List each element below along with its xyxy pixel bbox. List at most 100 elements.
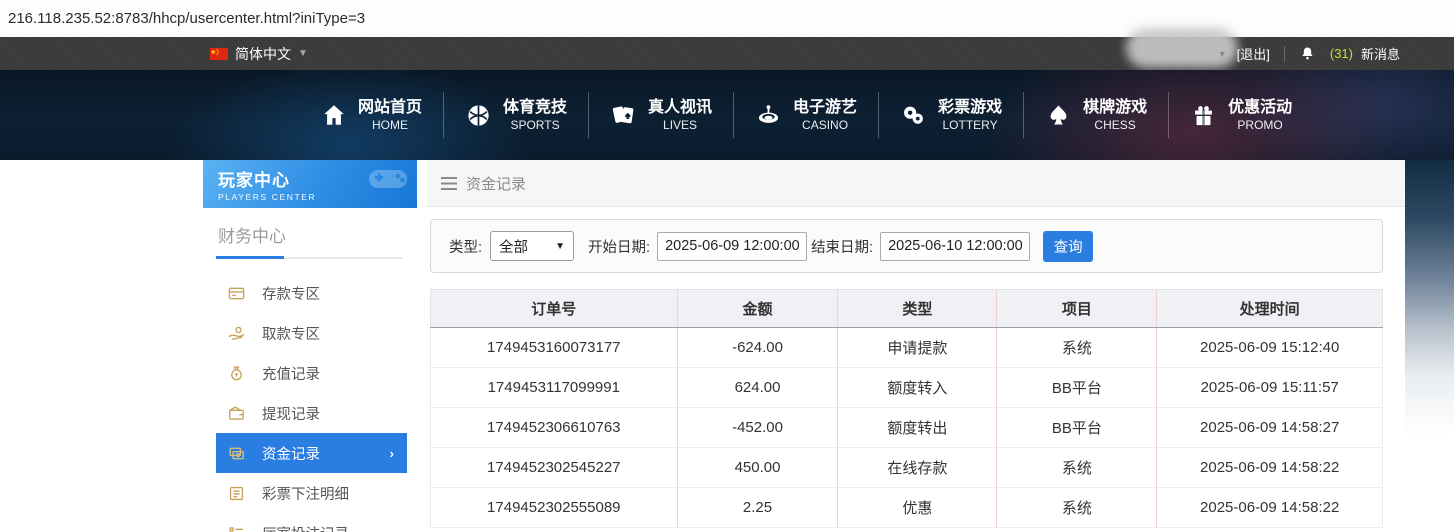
table-row: 17494523025550892.25优惠系统2025-06-09 14:58… bbox=[431, 488, 1383, 528]
promo-icon bbox=[1190, 102, 1217, 129]
cell-type: 额度转出 bbox=[838, 408, 997, 448]
nav-item-label-zh: 体育竞技 bbox=[503, 98, 567, 118]
breadcrumb-label: 资金记录 bbox=[466, 173, 526, 194]
nav-item-label-en: CHESS bbox=[1094, 118, 1135, 133]
cell-type: 优惠 bbox=[838, 488, 997, 528]
china-flag-icon bbox=[210, 48, 228, 60]
lives-icon bbox=[610, 102, 637, 129]
filter-bar: 类型: 全部 ▼ 开始日期: 结束日期: 查询 bbox=[430, 219, 1383, 273]
nav-item-home[interactable]: 网站首页HOME bbox=[300, 98, 443, 133]
nav-item-label-zh: 网站首页 bbox=[358, 98, 422, 118]
end-date-input[interactable] bbox=[880, 232, 1030, 261]
sidebar-item-label: 厅室投注记录 bbox=[262, 523, 349, 532]
sidebar: 玩家中心 PLAYERS CENTER 财务中心 存款专区›取款专区›充值记录›… bbox=[203, 160, 417, 532]
browser-url-bar[interactable]: 216.118.235.52:8783/hhcp/usercenter.html… bbox=[0, 0, 1454, 37]
table-row: 1749453117099991624.00额度转入BB平台2025-06-09… bbox=[431, 368, 1383, 408]
nav-item-label-zh: 彩票游戏 bbox=[938, 98, 1002, 118]
deposit-icon bbox=[226, 284, 246, 303]
nav-item-chess[interactable]: 棋牌游戏CHESS bbox=[1024, 98, 1168, 133]
finance-center-heading: 财务中心 bbox=[203, 208, 417, 247]
withdrawal-icon bbox=[226, 404, 246, 423]
language-selector[interactable]: 简体中文 ▼ bbox=[210, 37, 308, 70]
sidebar-item-label: 充值记录 bbox=[262, 363, 320, 384]
sidebar-item-funds[interactable]: 资金记录 › bbox=[216, 433, 407, 473]
cell-item: 系统 bbox=[997, 448, 1157, 488]
cell-amount: -452.00 bbox=[677, 408, 838, 448]
end-date-label: 结束日期: bbox=[811, 236, 873, 257]
sidebar-item-hall-bet[interactable]: 厅室投注记录› bbox=[216, 513, 407, 532]
cell-amount: 2.25 bbox=[677, 488, 838, 528]
cell-amount: 624.00 bbox=[677, 368, 838, 408]
nav-item-label-en: HOME bbox=[372, 118, 408, 133]
sports-icon bbox=[465, 102, 492, 129]
sidebar-item-deposit[interactable]: 存款专区› bbox=[216, 273, 407, 313]
breadcrumb: 资金记录 bbox=[427, 160, 1405, 207]
chevron-down-icon: ▼ bbox=[298, 48, 308, 59]
table-row: 1749452302545227450.00在线存款系统2025-06-09 1… bbox=[431, 448, 1383, 488]
hall-bet-icon bbox=[226, 524, 246, 532]
type-label: 类型: bbox=[449, 236, 482, 257]
type-select-value: 全部 bbox=[499, 236, 528, 257]
cell-item: 系统 bbox=[997, 488, 1157, 528]
cell-time: 2025-06-09 14:58:22 bbox=[1157, 448, 1383, 488]
query-button[interactable]: 查询 bbox=[1043, 231, 1093, 262]
sidebar-item-label: 存款专区 bbox=[262, 283, 320, 304]
sidebar-item-withdrawal[interactable]: 提现记录› bbox=[216, 393, 407, 433]
nav-item-lottery[interactable]: 彩票游戏LOTTERY bbox=[879, 98, 1023, 133]
chevron-right-icon: › bbox=[390, 446, 394, 461]
language-label: 简体中文 bbox=[235, 44, 291, 64]
nav-items: 网站首页HOME 体育竞技SPORTS 真人视讯LIVES 电子游艺CASINO 彩票游… bbox=[300, 70, 1313, 160]
message-count[interactable]: (31) bbox=[1330, 46, 1353, 61]
players-center-banner: 玩家中心 PLAYERS CENTER bbox=[203, 160, 417, 208]
new-messages-link[interactable]: 新消息 bbox=[1361, 44, 1400, 63]
home-icon bbox=[321, 102, 347, 128]
divider bbox=[1284, 46, 1285, 62]
cell-item: 系统 bbox=[997, 328, 1157, 368]
sidebar-item-label: 资金记录 bbox=[262, 443, 320, 464]
sidebar-item-withdraw[interactable]: 取款专区› bbox=[216, 313, 407, 353]
cell-time: 2025-06-09 14:58:27 bbox=[1157, 408, 1383, 448]
cell-order-no: 1749452302545227 bbox=[431, 448, 678, 488]
sidebar-item-label: 彩票下注明细 bbox=[262, 483, 349, 504]
nav-item-text: 棋牌游戏CHESS bbox=[1083, 98, 1147, 133]
user-menu-caret-icon[interactable]: ▼ bbox=[1218, 49, 1227, 59]
cell-amount: -624.00 bbox=[677, 328, 838, 368]
nav-item-label-zh: 真人视讯 bbox=[648, 98, 712, 118]
main-content: 资金记录 类型: 全部 ▼ 开始日期: 结束日期: 查询 订单号金额类型项目处理… bbox=[427, 160, 1405, 532]
sidebar-item-recharge[interactable]: 充值记录› bbox=[216, 353, 407, 393]
gamepad-icon bbox=[367, 164, 409, 199]
nav-item-text: 真人视讯LIVES bbox=[648, 98, 712, 133]
nav-item-text: 体育竞技SPORTS bbox=[503, 98, 567, 133]
cell-type: 申请提款 bbox=[838, 328, 997, 368]
start-date-input[interactable] bbox=[657, 232, 807, 261]
nav-item-label-en: CASINO bbox=[802, 118, 848, 133]
nav-item-label-en: SPORTS bbox=[510, 118, 559, 133]
nav-item-casino[interactable]: 电子游艺CASINO bbox=[734, 98, 878, 133]
col-header-time: 处理时间 bbox=[1157, 290, 1383, 328]
col-header-order-no: 订单号 bbox=[431, 290, 678, 328]
nav-item-text: 电子游艺CASINO bbox=[793, 98, 857, 133]
col-header-type: 类型 bbox=[838, 290, 997, 328]
type-select[interactable]: 全部 ▼ bbox=[490, 231, 574, 261]
nav-item-label-en: LOTTERY bbox=[943, 118, 998, 133]
nav-item-lives[interactable]: 真人视讯LIVES bbox=[589, 98, 733, 133]
cell-type: 额度转入 bbox=[838, 368, 997, 408]
nav-item-text: 彩票游戏LOTTERY bbox=[938, 98, 1002, 133]
nav-item-label-en: PROMO bbox=[1237, 118, 1282, 133]
col-header-amount: 金额 bbox=[677, 290, 838, 328]
top-bar: 简体中文 ▼ ▼ [退出] (31) 新消息 bbox=[0, 37, 1454, 70]
cell-time: 2025-06-09 14:58:22 bbox=[1157, 488, 1383, 528]
logout-link[interactable]: [退出] bbox=[1237, 44, 1270, 63]
main-nav: 网站首页HOME 体育竞技SPORTS 真人视讯LIVES 电子游艺CASINO 彩票游… bbox=[0, 70, 1454, 160]
sidebar-item-lottery-detail[interactable]: 彩票下注明细› bbox=[216, 473, 407, 513]
records-table-container: 订单号金额类型项目处理时间 1749453160073177-624.00申请提… bbox=[430, 289, 1383, 528]
background-right-strip bbox=[1405, 160, 1454, 532]
nav-item-promo[interactable]: 优惠活动PROMO bbox=[1169, 98, 1313, 133]
table-row: 1749453160073177-624.00申请提款系统2025-06-09 … bbox=[431, 328, 1383, 368]
chevron-down-icon: ▼ bbox=[555, 241, 565, 252]
funds-icon bbox=[226, 444, 246, 463]
page-url: 216.118.235.52:8783/hhcp/usercenter.html… bbox=[8, 10, 365, 27]
bell-icon[interactable] bbox=[1299, 45, 1316, 62]
nav-item-sports[interactable]: 体育竞技SPORTS bbox=[444, 98, 588, 133]
cell-type: 在线存款 bbox=[838, 448, 997, 488]
